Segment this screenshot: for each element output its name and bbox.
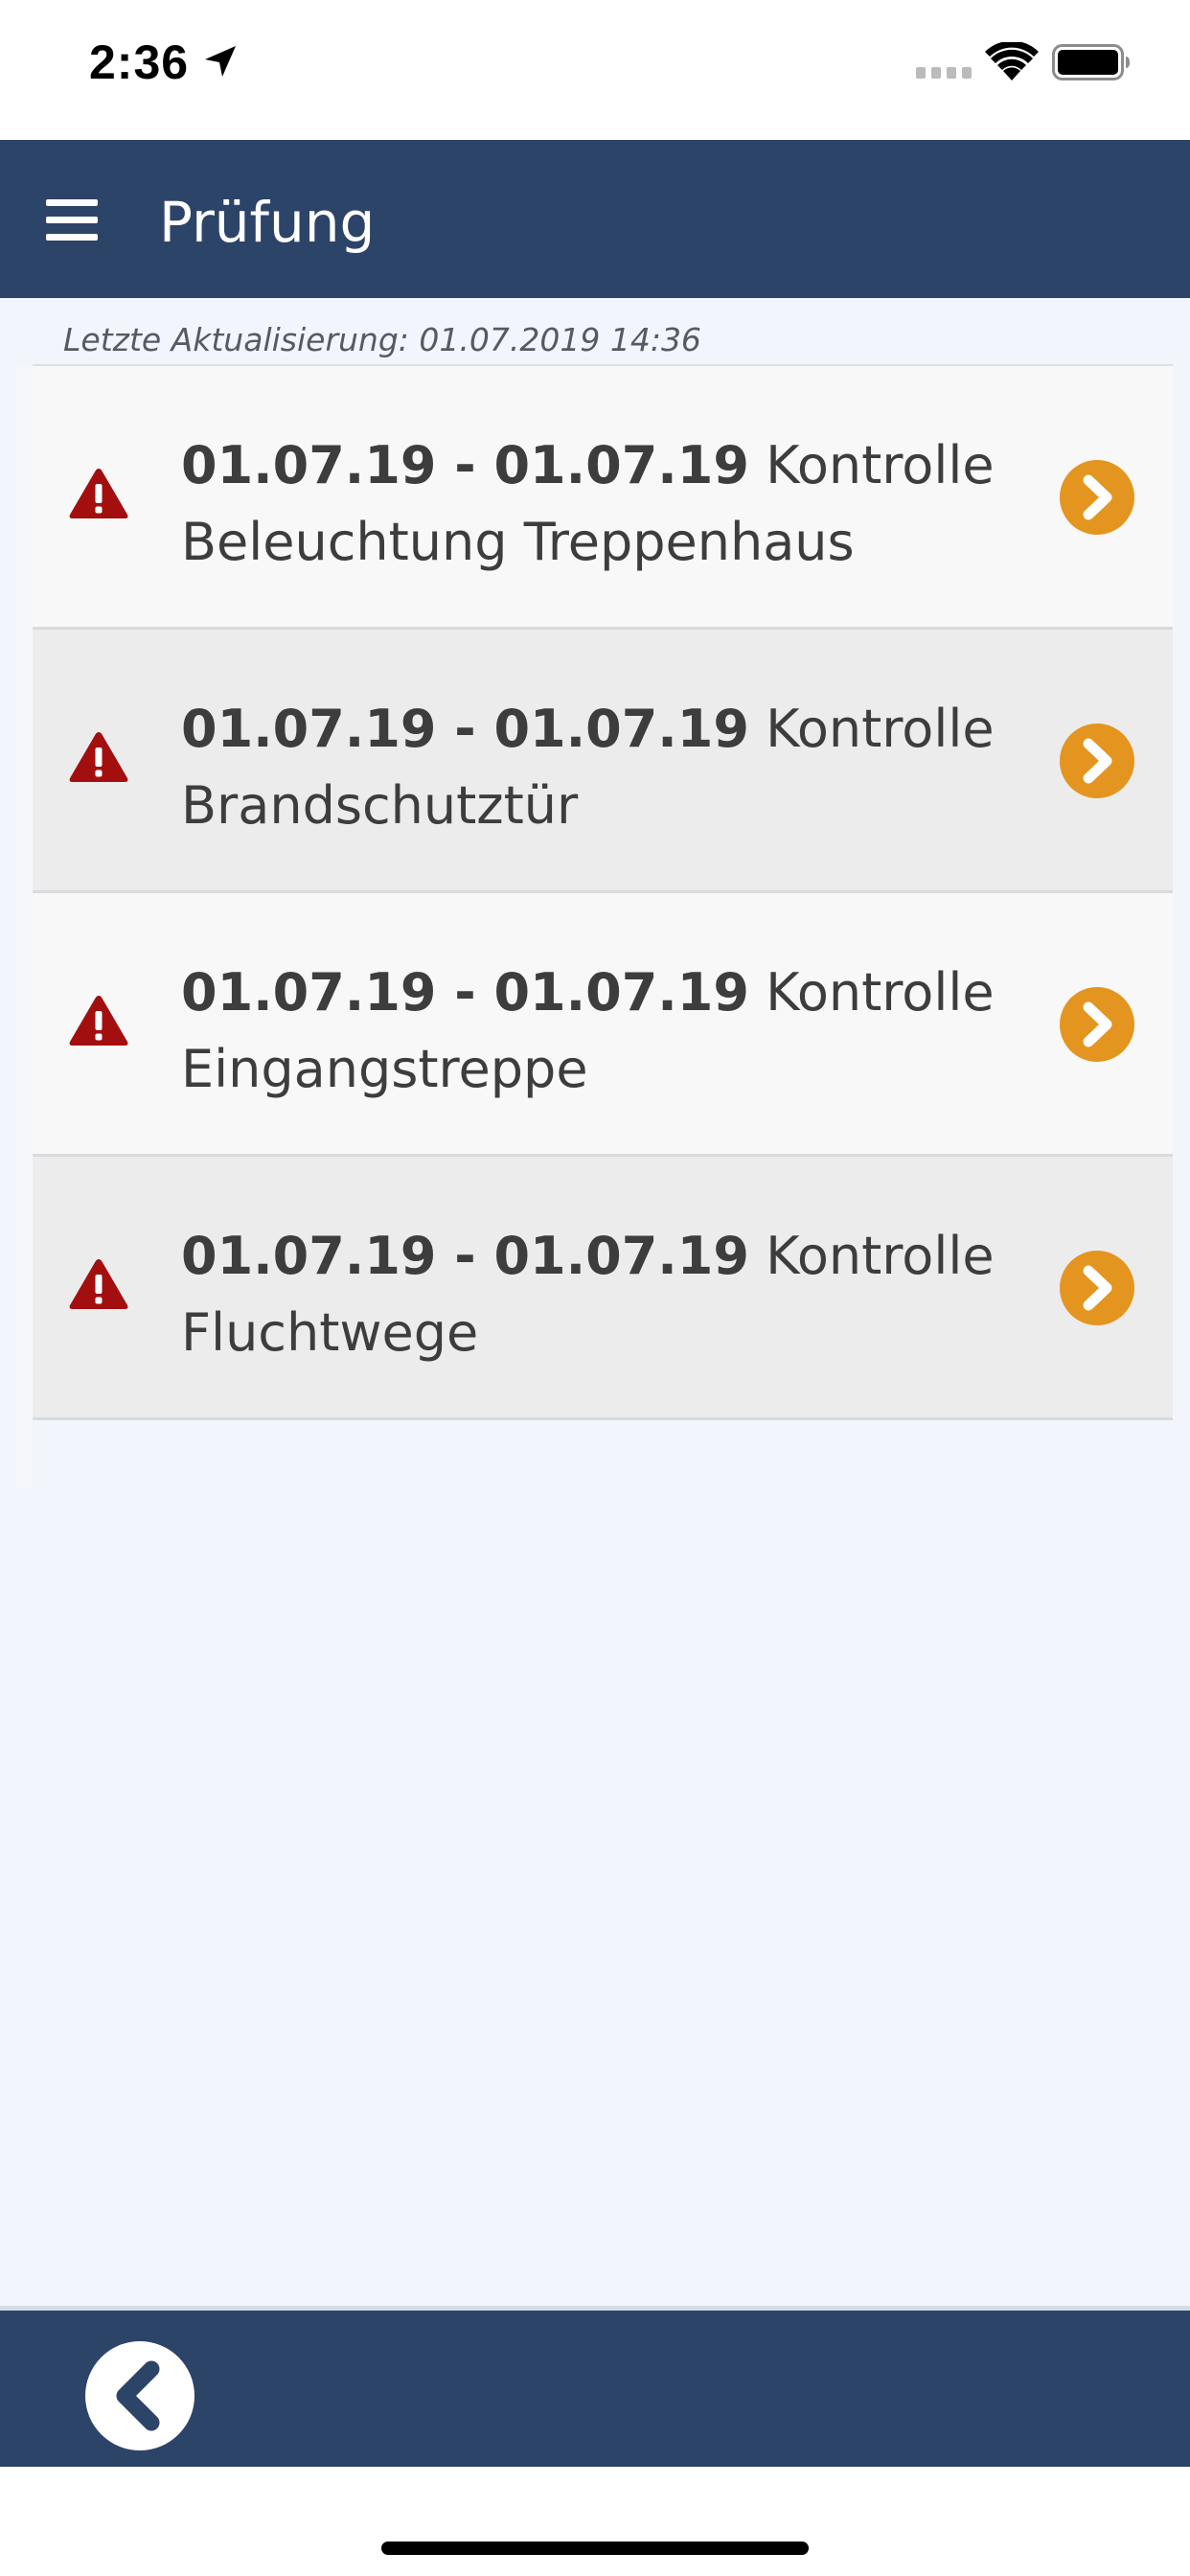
warning-icon: [69, 996, 128, 1046]
task-text: 01.07.19 - 01.07.19 Kontrolle Fluchtwege: [181, 1218, 1024, 1371]
task-text: 01.07.19 - 01.07.19 Kontrolle Eingangstr…: [181, 954, 1024, 1108]
list-edge: [15, 366, 33, 1487]
task-date-range: 01.07.19 - 01.07.19: [181, 1226, 749, 1286]
task-date-range: 01.07.19 - 01.07.19: [181, 962, 749, 1023]
task-list-item[interactable]: 01.07.19 - 01.07.19 Kontrolle Eingangstr…: [33, 893, 1173, 1157]
location-arrow-icon: [205, 46, 236, 77]
bottom-bar: [0, 2306, 1190, 2467]
page-title: Prüfung: [159, 190, 376, 255]
task-text: 01.07.19 - 01.07.19 Kontrolle Beleuchtun…: [181, 427, 1024, 581]
signal-icon: [916, 67, 972, 79]
task-text: 01.07.19 - 01.07.19 Kontrolle Brandschut…: [181, 691, 1024, 844]
menu-button[interactable]: [38, 180, 105, 257]
content-area: Letzte Aktualisierung: 01.07.2019 14:36 …: [0, 298, 1190, 2306]
warning-icon: [69, 469, 128, 518]
wifi-icon: [985, 42, 1039, 80]
back-chevron-icon[interactable]: [84, 2340, 195, 2451]
warning-icon: [69, 732, 128, 782]
chevron-right-icon[interactable]: [1060, 460, 1134, 535]
battery-icon: [1052, 44, 1130, 80]
task-list-item[interactable]: 01.07.19 - 01.07.19 Kontrolle Fluchtwege: [33, 1157, 1173, 1420]
hamburger-menu-icon: [46, 199, 98, 241]
chevron-right-icon[interactable]: [1060, 1251, 1134, 1325]
task-list-item[interactable]: 01.07.19 - 01.07.19 Kontrolle Brandschut…: [33, 630, 1173, 893]
task-date-range: 01.07.19 - 01.07.19: [181, 699, 749, 759]
home-indicator-area: [0, 2467, 1190, 2576]
chevron-right-icon[interactable]: [1060, 987, 1134, 1062]
app-header: Prüfung: [0, 140, 1190, 298]
screen: 2:36 Prüfung Letzte Aktualisierung: 01.0…: [0, 0, 1190, 2576]
task-date-range: 01.07.19 - 01.07.19: [181, 435, 749, 495]
status-bar: 2:36: [0, 0, 1190, 140]
chevron-right-icon[interactable]: [1060, 724, 1134, 798]
warning-icon: [69, 1259, 128, 1309]
home-indicator[interactable]: [381, 2542, 809, 2555]
task-list: 01.07.19 - 01.07.19 Kontrolle Beleuchtun…: [33, 366, 1173, 1420]
task-list-item[interactable]: 01.07.19 - 01.07.19 Kontrolle Beleuchtun…: [33, 366, 1173, 630]
last-update-label: Letzte Aktualisierung: 01.07.2019 14:36: [63, 321, 701, 358]
status-time: 2:36: [89, 35, 190, 89]
